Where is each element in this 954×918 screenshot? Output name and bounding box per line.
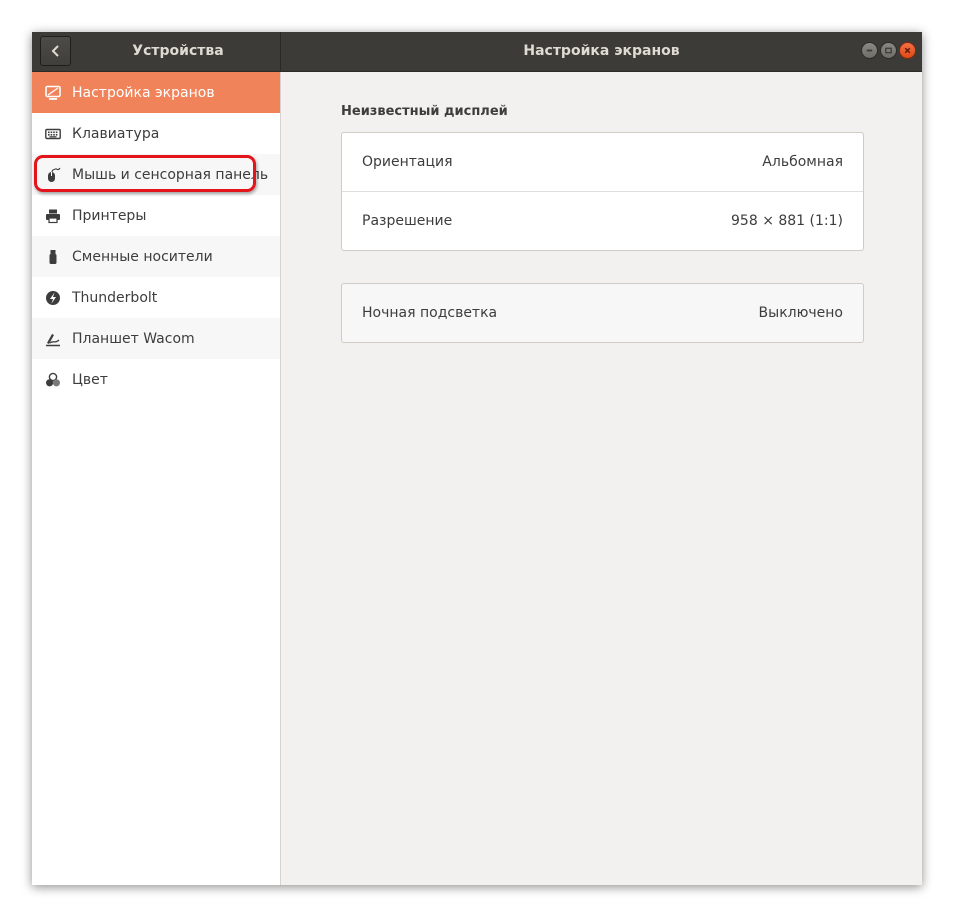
minimize-icon bbox=[866, 49, 873, 52]
highlight-annotation bbox=[34, 155, 256, 192]
orientation-value: Альбомная bbox=[762, 154, 843, 170]
orientation-row[interactable]: Ориентация Альбомная bbox=[342, 133, 863, 191]
night-light-label: Ночная подсветка bbox=[362, 305, 498, 321]
sidebar-item-label: Принтеры bbox=[72, 207, 147, 224]
resolution-row[interactable]: Разрешение 958 × 881 (1:1) bbox=[342, 191, 863, 250]
minimize-button[interactable] bbox=[861, 42, 878, 59]
sidebar-item-thunderbolt[interactable]: Thunderbolt bbox=[32, 277, 280, 318]
sidebar-item-label: Планшет Wacom bbox=[72, 330, 195, 347]
sidebar-item-label: Клавиатура bbox=[72, 125, 160, 142]
maximize-button[interactable] bbox=[880, 42, 897, 59]
sidebar-item-color[interactable]: Цвет bbox=[32, 359, 280, 400]
sidebar-item-label: Сменные носители bbox=[72, 248, 213, 265]
window-controls bbox=[861, 42, 916, 60]
night-light-value: Выключено bbox=[758, 305, 843, 321]
tablet-pen-icon bbox=[44, 330, 62, 348]
color-icon bbox=[44, 371, 62, 389]
sidebar-item-label: Настройка экранов bbox=[72, 84, 215, 101]
sidebar-item-keyboard[interactable]: Клавиатура bbox=[32, 113, 280, 154]
settings-window: Устройства Настройка экранов Настройка э… bbox=[32, 32, 922, 885]
close-icon bbox=[904, 47, 911, 54]
headerbar: Устройства Настройка экранов bbox=[32, 32, 922, 72]
sidebar-item-label: Цвет bbox=[72, 371, 108, 388]
keyboard-icon bbox=[44, 125, 62, 143]
night-light-row[interactable]: Ночная подсветка Выключено bbox=[342, 284, 863, 342]
chevron-left-icon bbox=[51, 45, 59, 57]
sidebar-item-wacom-tablet[interactable]: Планшет Wacom bbox=[32, 318, 280, 359]
sidebar-item-displays[interactable]: Настройка экранов bbox=[32, 72, 280, 113]
display-settings-card: Ориентация Альбомная Разрешение 958 × 88… bbox=[341, 132, 864, 251]
orientation-label: Ориентация bbox=[362, 154, 453, 170]
usb-drive-icon bbox=[44, 248, 62, 266]
main-panel: Неизвестный дисплей Ориентация Альбомная… bbox=[281, 72, 922, 885]
window-title: Настройка экранов bbox=[523, 43, 680, 59]
resolution-label: Разрешение bbox=[362, 213, 453, 229]
thunderbolt-icon bbox=[44, 289, 62, 307]
sidebar-item-label: Thunderbolt bbox=[72, 289, 158, 306]
maximize-icon bbox=[885, 47, 892, 54]
sidebar: Настройка экранов Клавиатура Мышь и сенс… bbox=[32, 72, 281, 885]
display-icon bbox=[44, 84, 62, 102]
resolution-value: 958 × 881 (1:1) bbox=[731, 213, 843, 229]
headerbar-sidebar-section: Устройства bbox=[32, 32, 281, 71]
close-button[interactable] bbox=[899, 42, 916, 59]
sidebar-item-removable-media[interactable]: Сменные носители bbox=[32, 236, 280, 277]
printer-icon bbox=[44, 207, 62, 225]
sidebar-item-printers[interactable]: Принтеры bbox=[32, 195, 280, 236]
night-light-card: Ночная подсветка Выключено bbox=[341, 283, 864, 343]
sidebar-title: Устройства bbox=[132, 43, 224, 59]
section-title: Неизвестный дисплей bbox=[341, 104, 508, 119]
back-button[interactable] bbox=[40, 36, 71, 66]
